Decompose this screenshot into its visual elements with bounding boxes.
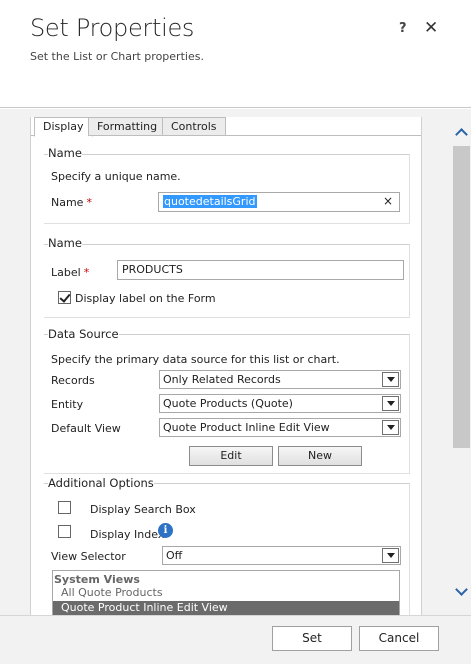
- display-index-checkbox[interactable]: [58, 525, 71, 538]
- view-selector-label: View Selector: [51, 550, 126, 563]
- dialog-subtitle: Set the List or Chart properties.: [30, 50, 204, 63]
- name-input[interactable]: quotedetailsGrid ×: [158, 192, 400, 212]
- close-button[interactable]: ✕: [424, 18, 438, 38]
- label-field-label: Label *: [51, 266, 90, 279]
- name-field-label: Name *: [51, 196, 92, 209]
- required-marker: *: [83, 266, 90, 279]
- dialog-footer: Set Cancel: [0, 615, 471, 664]
- default-view-value: Quote Product Inline Edit View: [163, 421, 330, 434]
- entity-label: Entity: [51, 398, 84, 411]
- display-label-checkbox[interactable]: [58, 291, 71, 304]
- data-source-title: Data Source: [48, 327, 119, 341]
- scroll-up-icon[interactable]: [456, 127, 468, 137]
- name-section-title: Name: [48, 146, 82, 160]
- new-button[interactable]: New: [278, 446, 362, 466]
- display-index-label: Display Index: [90, 528, 165, 541]
- data-source-section: Data Source Specify the primary data sou…: [44, 327, 410, 474]
- help-button[interactable]: ?: [399, 21, 407, 36]
- system-views-group: System Views: [54, 573, 140, 586]
- search-box-label: Display Search Box: [90, 503, 196, 516]
- tab-controls[interactable]: Controls: [162, 117, 226, 136]
- scroll-thumb[interactable]: [453, 146, 470, 448]
- records-value: Only Related Records: [163, 373, 281, 386]
- properties-panel: Display Formatting Controls Name Specify…: [30, 117, 422, 615]
- chevron-down-icon: [382, 548, 399, 563]
- tab-display[interactable]: Display: [34, 117, 93, 137]
- required-marker: *: [86, 196, 92, 209]
- views-listbox[interactable]: System Views All Quote Products Quote Pr…: [52, 570, 400, 615]
- default-view-label: Default View: [51, 422, 121, 435]
- set-button[interactable]: Set: [272, 626, 352, 651]
- vertical-scrollbar[interactable]: [452, 109, 471, 615]
- records-select[interactable]: Only Related Records: [159, 370, 401, 389]
- entity-value: Quote Products (Quote): [163, 397, 293, 410]
- view-selector-value: Off: [166, 549, 183, 562]
- name-section: Name Specify a unique name. Name * quoted…: [44, 146, 410, 224]
- dialog-title: Set Properties: [30, 14, 195, 42]
- scroll-down-icon[interactable]: [456, 586, 468, 596]
- data-source-description: Specify the primary data source for this…: [51, 353, 340, 366]
- default-view-select[interactable]: Quote Product Inline Edit View: [159, 418, 401, 437]
- chevron-down-icon: [382, 396, 399, 411]
- label-section: Name Label * PRODUCTS Display label on th…: [44, 236, 410, 318]
- name-input-value: quotedetailsGrid: [163, 195, 257, 208]
- chevron-down-icon: [382, 372, 399, 387]
- label-input[interactable]: PRODUCTS: [117, 260, 404, 280]
- dialog-body: Display Formatting Controls Name Specify…: [0, 109, 471, 615]
- clear-icon[interactable]: ×: [383, 194, 393, 208]
- edit-button[interactable]: Edit: [189, 446, 273, 466]
- info-icon[interactable]: i: [158, 523, 173, 538]
- list-item[interactable]: All Quote Products: [53, 586, 399, 601]
- tab-formatting[interactable]: Formatting: [88, 117, 167, 136]
- label-section-title: Name: [48, 236, 82, 250]
- dialog-header: Set Properties Set the List or Chart pro…: [0, 0, 471, 108]
- additional-options-title: Additional Options: [48, 476, 154, 490]
- name-description: Specify a unique name.: [51, 170, 181, 183]
- records-label: Records: [51, 374, 95, 387]
- chevron-down-icon: [382, 420, 399, 435]
- additional-options-section: Additional Options Display Search Box Di…: [44, 476, 410, 615]
- view-selector-select[interactable]: Off: [162, 546, 401, 565]
- cancel-button[interactable]: Cancel: [359, 626, 439, 651]
- list-item[interactable]: Quote Product Inline Edit View: [53, 601, 399, 615]
- entity-select[interactable]: Quote Products (Quote): [159, 394, 401, 413]
- search-box-checkbox[interactable]: [58, 501, 71, 514]
- display-label-text: Display label on the Form: [75, 292, 216, 305]
